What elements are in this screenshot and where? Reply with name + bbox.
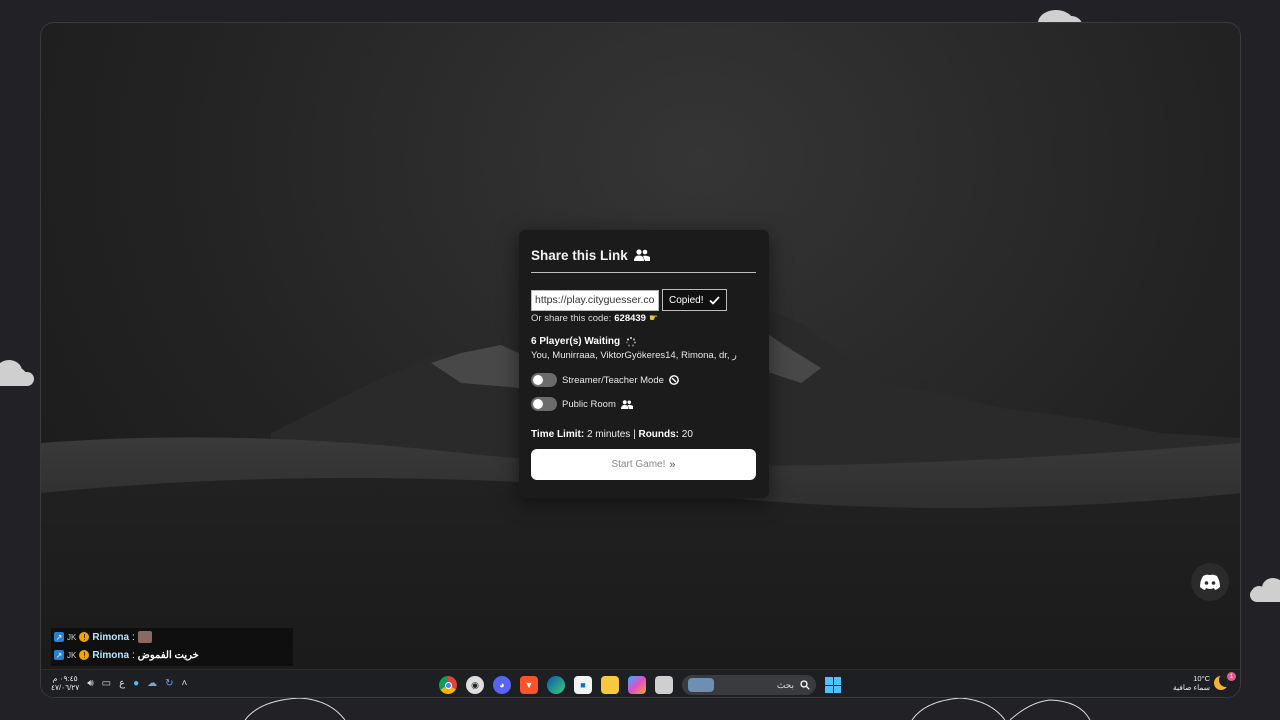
language-indicator[interactable]: ع xyxy=(119,678,125,689)
chat-username: Rimona xyxy=(92,631,130,643)
rounds-label: Rounds: xyxy=(638,429,680,440)
weather-temperature: 10°C xyxy=(1193,674,1210,683)
microphone-icon[interactable]: ● xyxy=(133,678,139,689)
obs-icon[interactable]: ◉ xyxy=(466,676,484,694)
game-settings-line: Time Limit: 2 minutes | Rounds: 20 xyxy=(531,429,757,440)
flag-icon: JK xyxy=(67,650,77,660)
share-code: 628439 xyxy=(614,313,646,324)
chat-username: Rimona xyxy=(92,649,130,661)
windows-taskbar: ٠٩:٤٥ م ٤٧/٠٦/٢٧ 🔊︎ ▭ ع ● ☁ ↻ ˄ ◉ ◕ ▼ ■ … xyxy=(41,669,1240,697)
weather-widget[interactable]: 10°C سماء صافية xyxy=(1173,674,1228,692)
coin-icon: ! xyxy=(79,650,90,660)
clock-time: ٠٩:٤٥ م xyxy=(52,674,78,683)
start-game-button[interactable]: Start Game! » xyxy=(531,449,756,480)
flag-icon: JK xyxy=(67,632,77,642)
window-icon[interactable] xyxy=(655,676,673,694)
chevron-up-icon[interactable]: ˄ xyxy=(182,678,188,689)
start-game-label: Start Game! xyxy=(611,459,666,470)
share-link-input[interactable] xyxy=(531,289,659,311)
title-divider xyxy=(531,272,756,273)
store-icon[interactable]: ■ xyxy=(574,676,592,694)
check-icon xyxy=(709,295,721,305)
copilot-icon[interactable] xyxy=(628,676,646,694)
cloud-sync-icon[interactable]: ☁ xyxy=(147,678,157,689)
chrome-icon[interactable] xyxy=(439,676,457,694)
bottom-decoration xyxy=(244,698,1091,720)
rounds-value: 20 xyxy=(681,429,693,440)
search-icon xyxy=(800,680,810,690)
chat-message: ↗ JK ! Rimona : xyxy=(51,628,293,646)
clock-date: ٤٧/٠٦/٢٧ xyxy=(51,683,80,692)
edge-icon[interactable] xyxy=(547,676,565,694)
coin-icon: ! xyxy=(79,632,90,642)
double-chevron-right-icon: » xyxy=(669,458,676,471)
weather-condition: سماء صافية xyxy=(1172,683,1210,692)
streamer-mode-toggle[interactable] xyxy=(531,373,557,387)
moon-icon xyxy=(1214,676,1228,690)
copy-button-label: Copied! xyxy=(669,294,704,306)
notification-badge: 1 xyxy=(1227,672,1236,681)
chat-message: ↗ JK ! Rimona : خريت الفموض xyxy=(51,646,293,664)
discord-icon xyxy=(1200,574,1220,590)
discord-button[interactable] xyxy=(1191,563,1229,601)
cloud-decoration xyxy=(1250,578,1280,602)
discord-icon[interactable]: ◕ xyxy=(493,676,511,694)
satellite-icon xyxy=(669,375,679,385)
copy-button[interactable]: Copied! xyxy=(662,289,728,311)
start-menu-icon[interactable] xyxy=(825,677,841,693)
search-placeholder: بحث xyxy=(776,679,794,690)
cloud-decoration xyxy=(0,360,34,386)
share-link-modal: Share this Link Copied! Or share this co… xyxy=(519,230,769,498)
modal-title: Share this Link xyxy=(531,247,628,263)
toggle-knob xyxy=(533,399,543,409)
taskbar-clock[interactable]: ٠٩:٤٥ م ٤٧/٠٦/٢٧ xyxy=(51,674,79,692)
players-waiting-label: 6 Player(s) Waiting xyxy=(531,336,621,347)
toggle-knob xyxy=(533,375,543,385)
players-list: You, Munirraaa, ViktorGyökeres14, Rimona… xyxy=(531,350,737,361)
chat-separator: : xyxy=(132,649,135,661)
share-icon: ↗ xyxy=(54,632,64,642)
volume-icon[interactable]: 🔊︎ xyxy=(87,678,93,689)
settings-separator: | xyxy=(633,429,636,440)
time-limit-label: Time Limit: xyxy=(531,429,585,440)
search-highlight-image xyxy=(688,678,714,692)
users-icon xyxy=(620,399,633,409)
public-room-label: Public Room xyxy=(562,398,616,410)
game-screen: Share this Link Copied! Or share this co… xyxy=(40,22,1241,698)
display-icon[interactable]: ▭ xyxy=(102,678,111,689)
refresh-icon[interactable]: ↻ xyxy=(165,678,173,689)
pointing-hand-icon: ☛ xyxy=(648,313,658,324)
chat-avatar xyxy=(137,631,152,643)
share-code-prefix: Or share this code: xyxy=(531,313,612,324)
public-room-toggle[interactable] xyxy=(531,397,557,411)
time-limit-value: 2 minutes xyxy=(586,429,631,440)
users-icon xyxy=(633,249,650,261)
chat-overlay: ↗ JK ! Rimona : ↗ JK ! Rimona : خريت الف… xyxy=(51,628,293,666)
file-explorer-icon[interactable] xyxy=(601,676,619,694)
loading-spinner-icon xyxy=(626,336,637,346)
chat-text: خريت الفموض xyxy=(137,649,199,661)
streamer-mode-label: Streamer/Teacher Mode xyxy=(562,374,664,386)
share-icon: ↗ xyxy=(54,650,64,660)
brave-icon[interactable]: ▼ xyxy=(520,676,538,694)
search-input[interactable]: بحث xyxy=(682,675,816,695)
chat-separator: : xyxy=(132,631,135,643)
